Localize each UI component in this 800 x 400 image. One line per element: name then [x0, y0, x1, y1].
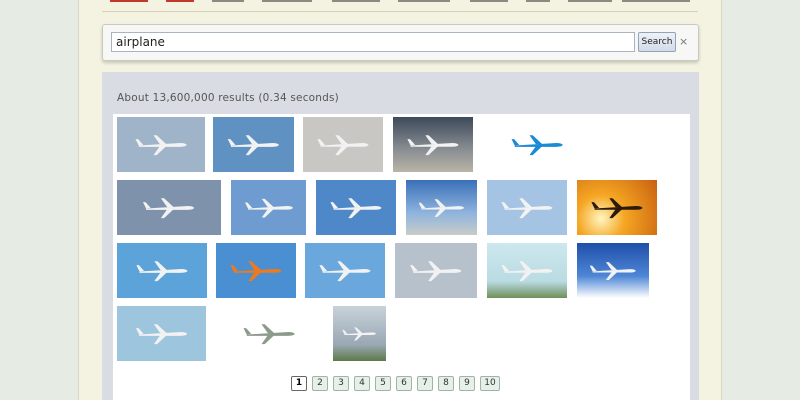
- page-button-7[interactable]: 7: [417, 376, 433, 391]
- airliner-front-photo[interactable]: [117, 180, 221, 235]
- airplane-icon: [311, 125, 375, 164]
- search-input[interactable]: [111, 32, 635, 52]
- klm-airliner-photo[interactable]: [483, 117, 591, 172]
- airliner-ground-photo[interactable]: [406, 180, 477, 235]
- page-button-4[interactable]: 4: [354, 376, 370, 391]
- airplane-icon: [494, 125, 580, 164]
- nav-tab[interactable]: [568, 0, 612, 2]
- airliner-cruise-photo[interactable]: [395, 243, 477, 298]
- nav-tab[interactable]: [470, 0, 508, 2]
- nav-tab[interactable]: [332, 0, 380, 2]
- airliner-overhead-blue-photo[interactable]: [305, 243, 385, 298]
- search-bar: Search ×: [102, 24, 699, 61]
- airplane-icon: [584, 251, 642, 290]
- nav-tab[interactable]: [166, 0, 194, 2]
- airplane-icon: [585, 188, 649, 227]
- clear-search-icon[interactable]: ×: [679, 33, 688, 51]
- nav-tab[interactable]: [526, 0, 550, 2]
- search-button[interactable]: Search: [638, 32, 676, 52]
- sunset-plane-photo[interactable]: [577, 180, 657, 235]
- page-button-10[interactable]: 10: [480, 376, 500, 391]
- fighter-jet-drawing-photo[interactable]: [215, 306, 323, 361]
- airplane-icon: [126, 314, 197, 353]
- nav-tab[interactable]: [110, 0, 148, 2]
- airplane-icon: [224, 251, 288, 290]
- airliner-frontal-photo[interactable]: [117, 306, 206, 361]
- airliner-cloud-photo[interactable]: [487, 180, 567, 235]
- airliner-below-photo[interactable]: [117, 243, 207, 298]
- airliner-overhead-photo[interactable]: [303, 117, 383, 172]
- page-button-3[interactable]: 3: [333, 376, 349, 391]
- airplane-icon: [403, 251, 469, 290]
- airplane-icon: [226, 314, 312, 353]
- wrecked-plane-photo[interactable]: [393, 117, 473, 172]
- page-button-6[interactable]: 6: [396, 376, 412, 391]
- cartoon-airliner-photo[interactable]: [577, 243, 649, 298]
- top-navigation: [102, 0, 698, 12]
- result-stats: About 13,600,000 results (0.34 seconds): [117, 92, 339, 104]
- airplane-icon: [313, 251, 377, 290]
- airplane-icon: [221, 125, 286, 164]
- airplane-icon: [324, 188, 388, 227]
- page-button-1[interactable]: 1: [291, 376, 307, 391]
- page-button-5[interactable]: 5: [375, 376, 391, 391]
- airliner-banking-photo[interactable]: [213, 117, 294, 172]
- airplane-icon: [495, 251, 559, 290]
- nav-tab[interactable]: [398, 0, 450, 2]
- airplane-icon: [127, 188, 210, 227]
- airport-tower-photo[interactable]: [487, 243, 567, 298]
- airliner-climbing-photo[interactable]: [316, 180, 396, 235]
- airplane-icon: [239, 188, 299, 227]
- results-panel: About 13,600,000 results (0.34 seconds) …: [102, 72, 699, 400]
- airplane-icon: [338, 314, 380, 353]
- airplane-icon: [413, 188, 470, 227]
- airliner-side-photo[interactable]: [231, 180, 306, 235]
- nav-tab[interactable]: [622, 0, 690, 2]
- nav-tab[interactable]: [212, 0, 244, 2]
- nav-tab[interactable]: [262, 0, 312, 2]
- airliner-landing-photo[interactable]: [117, 117, 205, 172]
- airplane-icon: [401, 125, 465, 164]
- airplane-icon: [495, 188, 559, 227]
- orange-airliner-photo[interactable]: [216, 243, 296, 298]
- airplane-icon: [126, 125, 196, 164]
- page-button-2[interactable]: 2: [312, 376, 328, 391]
- airplane-icon: [126, 251, 198, 290]
- page-button-8[interactable]: 8: [438, 376, 454, 391]
- image-results-grid: 1 2 3 4 5 6 7 8 9 10: [113, 114, 690, 400]
- airliner-takeoff-photo[interactable]: [333, 306, 386, 361]
- page-button-9[interactable]: 9: [459, 376, 475, 391]
